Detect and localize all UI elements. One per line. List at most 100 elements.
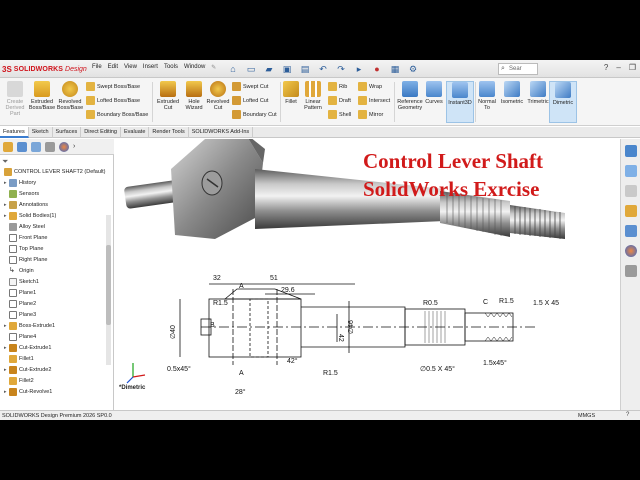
tab-direct-editing[interactable]: Direct Editing [81,127,121,138]
solidworks-forum-icon[interactable] [625,265,637,277]
file-explorer-icon[interactable] [625,185,637,197]
create-derived-part-button[interactable]: Create Derived Part [1,81,29,123]
rib-button[interactable]: Rib [328,81,347,92]
tab-render-tools[interactable]: Render Tools [149,127,189,138]
menu-view[interactable]: View [124,64,137,71]
mirror-button[interactable]: Mirror [358,109,383,120]
tab-surfaces[interactable]: Surfaces [53,127,82,138]
open-icon[interactable]: ▰ [262,62,276,76]
tree-item-boss-extrude1[interactable]: ▸ Boss-Extrude1 [4,321,55,331]
tree-item-top-plane[interactable]: Top Plane [4,244,43,254]
boundary-cut-button[interactable]: Boundary Cut [232,109,277,120]
tree-item-front-plane[interactable]: Front Plane [4,233,47,243]
instant3d-button[interactable]: Instant3D [446,81,474,123]
tree-item-plane2[interactable]: Plane2 [4,299,36,309]
lofted-boss-button[interactable]: Lofted Boss/Base [86,95,140,106]
options-icon[interactable]: ⚙ [406,62,420,76]
design-library-icon[interactable] [625,165,637,177]
help-icon[interactable]: ? [604,63,608,72]
normal-to-button[interactable]: Normal To [476,81,498,123]
units-selector[interactable]: MMGS [578,413,595,419]
chevron-right-icon[interactable]: › [73,143,75,150]
file-properties-icon[interactable]: ▦ [388,62,402,76]
swept-cut-button[interactable]: Swept Cut [232,81,268,92]
tree-item-plane4[interactable]: Plane4 [4,332,36,342]
solidworks-logo[interactable]: 3S SOLIDWORKS Design [2,63,87,75]
custom-properties-icon[interactable] [625,245,637,257]
tree-item-history[interactable]: ▸ History [4,178,36,188]
restore-icon[interactable]: ❐ [629,63,636,72]
minimize-icon[interactable]: – [616,63,620,72]
tree-item-right-plane[interactable]: Right Plane [4,255,47,265]
solidworks-resources-icon[interactable] [625,145,637,157]
linear-pattern-button[interactable]: Linear Pattern [299,81,327,123]
reference-geometry-button[interactable]: Reference Geometry [396,81,424,123]
status-help-icon[interactable]: ? [626,412,629,418]
tree-item-plane1[interactable]: Plane1 [4,288,36,298]
save-icon[interactable]: ▣ [280,62,294,76]
scrollbar-thumb[interactable] [106,245,111,325]
property-manager-icon[interactable] [17,141,27,152]
redo-icon[interactable]: ↷ [334,62,348,76]
tree-item-cut-extrude2[interactable]: ▸ Cut-Extrude2 [4,365,51,375]
tree-item-plane3[interactable]: Plane3 [4,310,36,320]
feature-manager-icon[interactable] [3,141,13,152]
tree-item-solid-bodies[interactable]: ▸ Solid Bodies(1) [4,211,56,221]
tree-item-origin[interactable]: ↳ Origin [4,266,34,276]
boundary-boss-button[interactable]: Boundary Boss/Base [86,109,148,120]
pin-icon[interactable]: ✎ [211,64,216,71]
view-palette-icon[interactable] [625,205,637,217]
new-document-icon[interactable]: ▭ [244,62,258,76]
extruded-boss-button[interactable]: Extruded Boss/Base [28,81,56,123]
tree-root[interactable]: CONTROL LEVER SHAFT2 (Default) [4,167,105,177]
tab-features[interactable]: Features [0,127,29,138]
tree-item-sensors[interactable]: Sensors [4,189,39,199]
curves-button[interactable]: Curves [424,81,444,123]
dimxpert-icon[interactable] [45,141,55,152]
menu-window[interactable]: Window [184,64,205,71]
tree-item-cut-extrude1[interactable]: ▸ Cut-Extrude1 [4,343,51,353]
swept-boss-button[interactable]: Swept Boss/Base [86,81,140,92]
tab-sketch[interactable]: Sketch [29,127,53,138]
revolved-boss-button[interactable]: Revolved Boss/Base [56,81,84,123]
dimetric-button[interactable]: Dimetric [549,81,577,123]
tree-item-annotations[interactable]: ▸ Annotations [4,200,48,210]
tree-item-cut-revolve1[interactable]: ▸ Cut-Revolve1 [4,387,52,397]
shell-button[interactable]: Shell [328,109,351,120]
undo-icon[interactable]: ↶ [316,62,330,76]
tree-item-fillet2[interactable]: Fillet2 [4,376,34,386]
revolved-cut-button[interactable]: Revolved Cut [204,81,232,123]
tree-scrollbar[interactable] [106,215,111,365]
view-orientation-label: *Dimetric [119,385,146,391]
trimetric-button[interactable]: Trimetric [524,81,552,123]
menu-tools[interactable]: Tools [164,64,178,71]
rebuild-icon[interactable]: ● [370,62,384,76]
search-box[interactable]: ⌕ Sear [498,63,538,75]
dim-28-deg: 28° [235,388,246,396]
select-icon[interactable]: ▸ [352,62,366,76]
lofted-cut-button[interactable]: Lofted Cut [232,95,268,106]
tree-item-fillet1[interactable]: Fillet1 [4,354,34,364]
draft-button[interactable]: Draft [328,95,351,106]
wrap-icon [358,82,367,91]
tree-item-material[interactable]: Alloy Steel [4,222,45,232]
graphics-area[interactable]: 32 51 29.6 A A R1.5 ∅46 ∅40 B 0.5x45° R1… [115,139,620,410]
wrap-button[interactable]: Wrap [358,81,382,92]
extruded-cut-button[interactable]: Extruded Cut [154,81,182,123]
print-icon[interactable]: ▤ [298,62,312,76]
filter-icon[interactable]: ⏷ [2,157,8,167]
isometric-button[interactable]: Isometric [498,81,526,123]
intersect-button[interactable]: Intersect [358,95,390,106]
sensors-icon [9,190,17,198]
menu-file[interactable]: File [92,64,102,71]
tab-solidworks-add-ins[interactable]: SOLIDWORKS Add-Ins [189,127,254,138]
appearances-icon[interactable] [625,225,637,237]
tree-item-sketch1[interactable]: Sketch1 [4,277,39,287]
menu-edit[interactable]: Edit [108,64,118,71]
tab-evaluate[interactable]: Evaluate [121,127,150,138]
appearance-icon[interactable] [59,141,69,152]
configuration-manager-icon[interactable] [31,141,41,152]
fillet-button[interactable]: Fillet [281,81,301,123]
menu-insert[interactable]: Insert [143,64,158,71]
home-icon[interactable]: ⌂ [226,62,240,76]
